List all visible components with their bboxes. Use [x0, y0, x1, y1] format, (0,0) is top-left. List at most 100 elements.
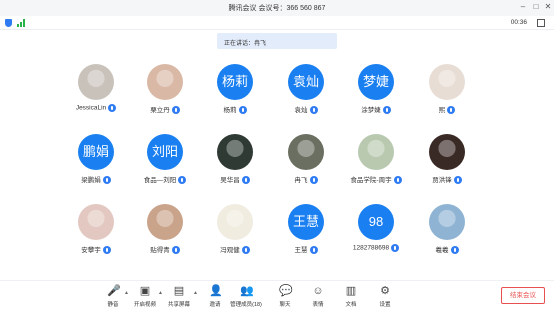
participant-name: 食品学院-周宇: [350, 177, 392, 184]
participant-name: 涂梦婕: [361, 107, 381, 114]
window-title: 腾讯会议 会议号：366 560 867: [228, 5, 326, 12]
participant-avatar: 袁灿: [288, 64, 324, 100]
participant-avatar: [147, 204, 183, 240]
settings-icon: ⚙: [380, 285, 390, 297]
participant-avatar: [358, 134, 394, 170]
dropdown-caret-icon[interactable]: ▲: [124, 290, 129, 296]
signal-icon[interactable]: [17, 19, 26, 27]
participant-name: 羲羲: [435, 247, 449, 254]
participant-tile[interactable]: 刘阳 食品—刘阳: [125, 134, 205, 194]
participant-tile[interactable]: 冯观健: [195, 204, 275, 264]
share-screen-icon: ▤: [173, 285, 185, 297]
participant-name: 1282788698: [352, 244, 390, 252]
participant-tile[interactable]: 贴得青: [125, 204, 205, 264]
participant-name-line: 食品—刘阳: [125, 174, 205, 185]
mic-icon: [382, 106, 391, 115]
document-button[interactable]: ▥ 文档: [334, 285, 368, 313]
participant-name: 王慧: [294, 247, 308, 254]
participant-name-line: 袁灿: [266, 104, 346, 115]
participant-avatar: 王慧: [288, 204, 324, 240]
participant-avatar: 98: [358, 204, 394, 240]
document-icon: ▥: [345, 285, 357, 297]
participant-avatar: [429, 64, 465, 100]
chat-button[interactable]: 💬 聊天: [268, 285, 302, 313]
emoji-button[interactable]: ☺ 表情: [301, 285, 335, 313]
dropdown-caret-icon[interactable]: ▲: [158, 290, 163, 296]
participant-name: 杨莉: [223, 107, 237, 114]
maximize-icon[interactable]: □: [531, 2, 541, 12]
participant-name: 贾洪锋: [432, 177, 452, 184]
participant-avatar: [147, 64, 183, 100]
participant-tile[interactable]: 安攀宇: [56, 204, 136, 264]
participant-tile[interactable]: 鹏娟 梁鹏娟: [56, 134, 136, 194]
members-icon: 👥: [240, 285, 254, 297]
participant-tile[interactable]: 冉飞: [266, 134, 346, 194]
participant-tile[interactable]: 栗立丹: [125, 64, 205, 124]
participant-name: 吴华昌: [220, 177, 240, 184]
participant-avatar: [217, 134, 253, 170]
mic-icon: [391, 244, 400, 252]
participant-name: 安攀宇: [81, 247, 101, 254]
participant-avatar: [78, 204, 114, 240]
participant-name: 栗立丹: [150, 107, 170, 114]
shield-icon[interactable]: [5, 19, 12, 27]
participant-tile[interactable]: 杨莉 杨莉: [195, 64, 275, 124]
fullscreen-icon[interactable]: [537, 19, 545, 27]
participant-tile[interactable]: 98 1282788698: [336, 204, 416, 264]
participant-name-line: 冯观健: [195, 244, 275, 255]
participant-name-line: 食品学院-周宇: [336, 174, 416, 185]
participant-name-line: 冉飞: [266, 174, 346, 185]
participant-name-line: 贴得青: [125, 244, 205, 255]
participant-name: JessicaLin: [75, 104, 107, 112]
toolbar-label: 邀请: [209, 302, 221, 308]
participant-tile[interactable]: 袁灿 袁灿: [266, 64, 346, 124]
participant-avatar: 杨莉: [217, 64, 253, 100]
mic-icon: [108, 104, 117, 112]
participant-avatar: 鹏娟: [78, 134, 114, 170]
participant-name-line: 羲羲: [407, 244, 487, 255]
participant-tile[interactable]: 熙: [407, 64, 487, 124]
toolbar-label: 文档: [345, 302, 357, 308]
toolbar-label: 静音: [107, 302, 119, 308]
toolbar-label: 聊天: [279, 302, 291, 308]
invite-icon: 👤: [209, 285, 223, 297]
mic-icon: [393, 176, 402, 185]
participant-name: 冯观健: [220, 247, 240, 254]
toolbar-label: 表情: [312, 302, 324, 308]
mic-icon: [309, 106, 318, 115]
mic-icon: [171, 106, 180, 115]
dropdown-caret-icon[interactable]: ▲: [193, 290, 198, 296]
participant-name-line: 吴华昌: [195, 174, 275, 185]
participant-tile[interactable]: 贾洪锋: [407, 134, 487, 194]
mic-icon: [241, 176, 250, 185]
members-button[interactable]: 👥 管理成员(18): [229, 285, 263, 313]
end-meeting-button[interactable]: 结束会议: [501, 287, 545, 304]
mic-icon: [171, 246, 180, 255]
participant-tile[interactable]: 梦婕 涂梦婕: [336, 64, 416, 124]
minimize-icon[interactable]: –: [518, 2, 528, 12]
participant-tile[interactable]: 羲羲: [407, 204, 487, 264]
participant-tile[interactable]: 王慧 王慧: [266, 204, 346, 264]
participant-name-line: 安攀宇: [56, 244, 136, 255]
participant-name-line: 栗立丹: [125, 104, 205, 115]
video-off-button[interactable]: ▣ 开启视频: [128, 285, 162, 313]
participant-tile[interactable]: 食品学院-周宇: [336, 134, 416, 194]
status-bar: 00:36: [0, 16, 554, 30]
mic-icon: [453, 176, 462, 185]
settings-button[interactable]: ⚙ 设置: [368, 285, 402, 313]
participant-name-line: 王慧: [266, 244, 346, 255]
close-icon[interactable]: ✕: [543, 2, 553, 12]
meeting-toolbar: 🎤 静音 ▣ 开启视频 ▤ 共享屏幕 👤 邀请 👥 管理成员(18) 💬 聊天 ☺ 表情 ▥ 文档 ⚙ 设置 ▲ ▲ ▲…: [0, 280, 554, 313]
mic-icon: [241, 246, 250, 255]
invite-button[interactable]: 👤 邀请: [198, 285, 232, 313]
toolbar-label: 共享屏幕: [167, 302, 190, 308]
participant-name-line: 贾洪锋: [407, 174, 487, 185]
share-screen-button[interactable]: ▤ 共享屏幕: [162, 285, 196, 313]
participant-avatar: 梦婕: [358, 64, 394, 100]
participant-tile[interactable]: 吴华昌: [195, 134, 275, 194]
participant-tile[interactable]: JessicaLin: [56, 64, 136, 124]
chat-icon: 💬: [279, 285, 293, 297]
toolbar-label: 设置: [379, 302, 391, 308]
mic-icon: [178, 176, 187, 185]
mic-icon: [309, 176, 318, 185]
